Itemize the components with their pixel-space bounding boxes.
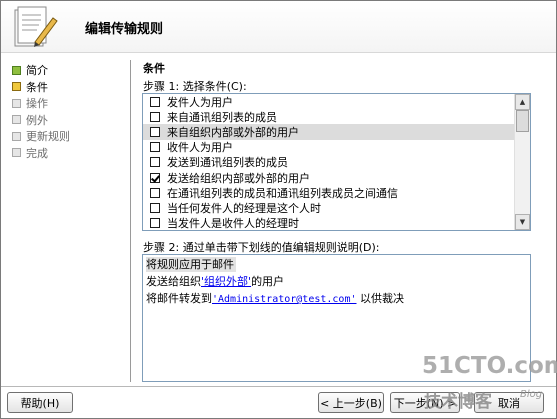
description-text: 以供裁决 (356, 292, 404, 305)
nav-step-exceptions: 例外 (12, 112, 122, 129)
wizard-header: 编辑传输规则 (1, 1, 556, 53)
nav-step-label: 条件 (26, 80, 48, 94)
condition-item[interactable]: 发送到通讯组列表的成员 (143, 155, 515, 170)
help-button[interactable]: 帮助(H) (7, 392, 73, 413)
scroll-up-arrow-icon[interactable]: ▲ (515, 94, 530, 110)
condition-checkbox[interactable] (150, 218, 160, 229)
condition-item[interactable]: 发送给组织内部或外部的用户 (143, 170, 515, 185)
condition-item-selected[interactable]: 来自组织内部或外部的用户 (143, 124, 515, 140)
conditions-scrollbar[interactable]: ▲ ▼ (514, 94, 530, 230)
condition-label: 来自组织内部或外部的用户 (167, 125, 299, 139)
condition-label: 当发件人是收件人的经理时 (167, 217, 299, 230)
nav-step-conditions: 条件 (12, 79, 122, 96)
condition-label: 收件人为用户 (167, 141, 233, 155)
description-line-3: 将邮件转发到'Administrator@test.com' 以供裁决 (146, 290, 527, 307)
condition-label: 当任何发件人的经理是这个人时 (167, 201, 321, 215)
step2-label: 步骤 2: 通过单击带下划线的值编辑规则说明(D): (143, 241, 380, 254)
scroll-thumb[interactable] (516, 110, 529, 132)
description-text: 的用户 (251, 275, 285, 288)
description-line-1: 将规则应用于邮件 (146, 257, 236, 272)
nav-step-label: 简介 (26, 64, 48, 78)
condition-item[interactable]: 在通讯组列表的成员和通讯组列表成员之间通信 (143, 185, 515, 200)
condition-item[interactable]: 来自通讯组列表的成员 (143, 109, 515, 124)
org-scope-link[interactable]: '组织外部' (201, 275, 251, 288)
scroll-down-arrow-icon[interactable]: ▼ (515, 214, 530, 230)
nav-step-intro: 简介 (12, 62, 122, 79)
step1-label: 步骤 1: 选择条件(C): (143, 80, 247, 93)
condition-checkbox[interactable] (150, 142, 160, 153)
back-button[interactable]: < 上一步(B) (318, 392, 384, 413)
condition-label: 发送给组织内部或外部的用户 (167, 171, 310, 185)
step-current-icon (12, 82, 21, 92)
description-text: 发送给组织 (146, 275, 201, 288)
condition-checkbox[interactable] (150, 96, 160, 107)
nav-step-actions: 操作 (12, 95, 122, 112)
condition-checkbox[interactable] (150, 202, 160, 213)
nav-step-update-rule: 更新规则 (12, 128, 122, 145)
wizard-steps-nav: 简介 条件 操作 例外 更新规则 完成 (12, 62, 122, 161)
nav-divider (130, 60, 131, 382)
condition-item[interactable]: 当任何发件人的经理是这个人时 (143, 200, 515, 215)
condition-label: 发件人为用户 (167, 95, 233, 109)
section-title: 条件 (143, 62, 165, 75)
rule-description-box: 将规则应用于邮件 发送给组织'组织外部'的用户 将邮件转发到'Administr… (142, 254, 531, 382)
description-text: 将邮件转发到 (146, 292, 212, 305)
page-title: 编辑传输规则 (85, 22, 164, 37)
condition-checkbox-checked[interactable] (150, 172, 160, 183)
condition-label: 发送到通讯组列表的成员 (167, 156, 288, 170)
nav-step-label: 完成 (26, 146, 48, 160)
condition-label: 在通讯组列表的成员和通讯组列表成员之间通信 (167, 186, 398, 200)
cancel-button[interactable]: 取消 (474, 392, 544, 413)
conditions-list[interactable]: 发件人为用户 来自通讯组列表的成员 来自组织内部或外部的用户 收件人为用户 发送… (142, 93, 531, 231)
nav-step-finish: 完成 (12, 145, 122, 162)
condition-checkbox[interactable] (150, 187, 160, 198)
step-pending-icon (12, 131, 21, 141)
description-line-2: 发送给组织'组织外部'的用户 (146, 273, 527, 290)
footer-divider (1, 386, 556, 387)
condition-checkbox[interactable] (150, 111, 160, 122)
nav-step-label: 例外 (26, 113, 48, 127)
condition-item[interactable]: 收件人为用户 (143, 140, 515, 155)
condition-checkbox[interactable] (150, 126, 160, 137)
nav-step-label: 操作 (26, 97, 48, 111)
condition-checkbox[interactable] (150, 157, 160, 168)
condition-item[interactable]: 当发件人是收件人的经理时 (143, 216, 515, 230)
step-pending-icon (12, 98, 21, 108)
step-pending-icon (12, 148, 21, 158)
condition-label: 来自通讯组列表的成员 (167, 110, 277, 124)
nav-step-label: 更新规则 (26, 130, 70, 144)
forward-address-link[interactable]: 'Administrator@test.com' (212, 294, 357, 305)
step-pending-icon (12, 115, 21, 125)
next-button[interactable]: 下一步(N) > (390, 392, 460, 413)
condition-item[interactable]: 发件人为用户 (143, 94, 515, 109)
edit-rule-icon (14, 6, 58, 47)
step-complete-icon (12, 65, 21, 75)
